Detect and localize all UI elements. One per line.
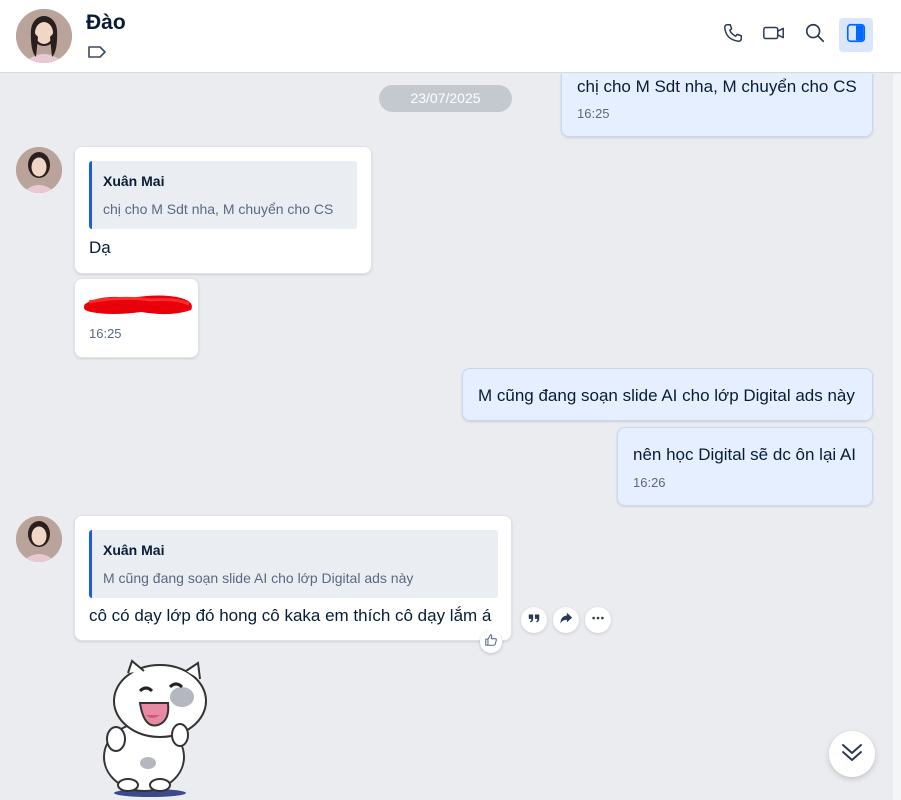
quote-text: M cũng đang soạn slide AI cho lớp Digita…: [103, 570, 414, 586]
phone-icon: [722, 22, 744, 49]
sender-avatar[interactable]: [16, 516, 62, 562]
search-button[interactable]: [798, 18, 832, 52]
quote-sender-name: Xuân Mai: [103, 173, 165, 189]
video-call-icon: [762, 22, 786, 49]
scrollbar-track[interactable]: [893, 74, 901, 800]
phone-call-button[interactable]: [716, 18, 750, 52]
message-time: 16:25: [577, 106, 610, 121]
quoted-message[interactable]: Xuân Mai chị cho M Sdt nha, M chuyển cho…: [89, 161, 357, 229]
message-bubble-received[interactable]: Xuân Mai chị cho M Sdt nha, M chuyển cho…: [74, 146, 372, 274]
more-options-button[interactable]: [585, 607, 611, 633]
quote-sender-name: Xuân Mai: [103, 542, 165, 558]
scroll-to-bottom-button[interactable]: [829, 731, 875, 777]
message-list[interactable]: 23/07/2025 chị cho M Sdt nha, M chuyển c…: [0, 74, 901, 800]
sender-avatar[interactable]: [16, 147, 62, 193]
message-bubble-received[interactable]: Xuân Mai M cũng đang soạn slide AI cho l…: [74, 515, 512, 641]
quote-icon: [527, 611, 541, 630]
date-divider: 23/07/2025: [379, 85, 512, 112]
chat-header: Đào: [0, 0, 901, 73]
message-time: 16:25: [89, 326, 122, 341]
sidebar-toggle-icon: [845, 22, 867, 49]
forward-button[interactable]: [553, 607, 579, 633]
message-text: nên học Digital sẽ dc ôn lại AI: [633, 445, 857, 464]
video-call-button[interactable]: [757, 18, 791, 52]
message-bubble-received[interactable]: 16:25: [74, 278, 199, 358]
thumbs-up-icon: [484, 633, 498, 652]
react-like-button[interactable]: [480, 631, 502, 653]
redaction-scribble: [83, 295, 192, 315]
double-chevron-down-icon: [839, 739, 865, 770]
more-horizontal-icon: [591, 611, 605, 630]
message-text: cô có dạy lớp đó hong cô kaka em thích c…: [89, 606, 492, 625]
message-bubble-sent[interactable]: nên học Digital sẽ dc ôn lại AI 16:26: [617, 427, 873, 506]
message-time: 16:26: [633, 475, 666, 490]
search-icon: [804, 22, 826, 49]
cat-sticker-icon[interactable]: [88, 659, 218, 797]
quote-text: chị cho M Sdt nha, M chuyển cho CS: [103, 201, 334, 217]
reply-quote-button[interactable]: [521, 607, 547, 633]
message-bubble-sent[interactable]: chị cho M Sdt nha, M chuyển cho CS 16:25: [561, 74, 873, 137]
share-icon: [559, 611, 573, 630]
conversation-info-toggle[interactable]: [839, 18, 873, 52]
tag-icon[interactable]: [87, 44, 107, 60]
message-text: Dạ: [89, 238, 111, 257]
quoted-message[interactable]: Xuân Mai M cũng đang soạn slide AI cho l…: [89, 530, 498, 598]
message-text: chị cho M Sdt nha, M chuyển cho CS: [577, 77, 857, 96]
contact-name: Đào: [86, 11, 126, 34]
message-text: M cũng đang soạn slide AI cho lớp Digita…: [478, 386, 855, 405]
contact-avatar[interactable]: [16, 9, 72, 63]
message-bubble-sent[interactable]: M cũng đang soạn slide AI cho lớp Digita…: [462, 368, 873, 421]
